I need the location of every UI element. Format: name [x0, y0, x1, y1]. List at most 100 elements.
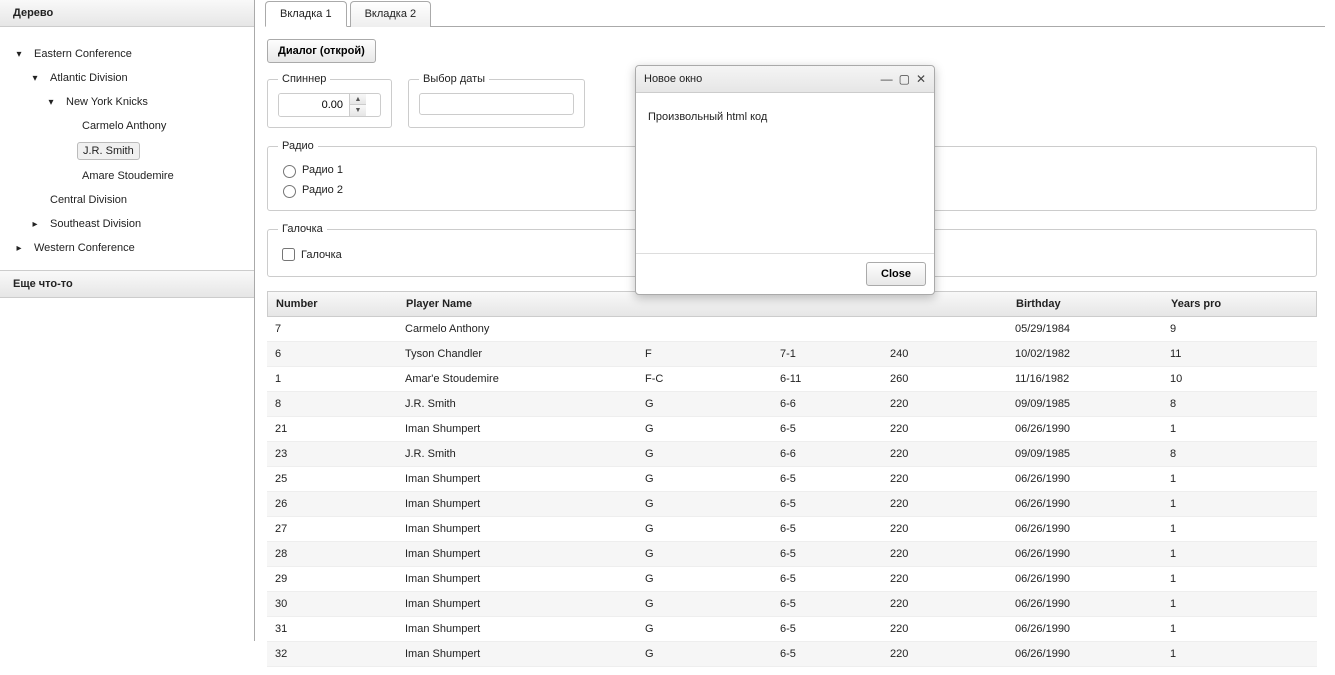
tree-node[interactable]: ▾Eastern Conference — [10, 42, 244, 66]
sidebar: Дерево ▾Eastern Conference▾Atlantic Divi… — [0, 0, 255, 641]
tree-node[interactable]: Carmelo Anthony — [58, 114, 244, 138]
tree-node[interactable]: Amare Stoudemire — [58, 164, 244, 188]
dialog-titlebar[interactable]: Новое окно — ▢ ✕ — [636, 66, 934, 93]
table-cell: 06/26/1990 — [1007, 592, 1162, 616]
table-cell: Iman Shumpert — [397, 617, 637, 641]
tree-node-label: New York Knicks — [61, 94, 153, 110]
table-header-cell[interactable]: Player Name — [398, 292, 638, 316]
radio-label: Радио 2 — [302, 184, 343, 196]
table-cell: 220 — [882, 517, 1007, 541]
table-cell: 23 — [267, 442, 397, 466]
tab[interactable]: Вкладка 1 — [265, 1, 347, 27]
table-header-cell[interactable]: Number — [268, 292, 398, 316]
table-row[interactable]: 6Tyson ChandlerF7-124010/02/198211 — [267, 342, 1317, 367]
datepicker-legend: Выбор даты — [419, 73, 489, 85]
table-cell — [882, 317, 1007, 341]
table-row[interactable]: 26Iman ShumpertG6-522006/26/19901 — [267, 492, 1317, 517]
chevron-right-icon[interactable]: ▸ — [29, 219, 41, 230]
radio-input[interactable] — [283, 185, 296, 198]
table-row[interactable]: 7Carmelo Anthony05/29/19849 — [267, 317, 1317, 342]
chevron-right-icon[interactable]: ▸ — [13, 243, 25, 254]
accordion-header-other[interactable]: Еще что-то — [0, 270, 254, 298]
radio-label: Радио 1 — [302, 164, 343, 176]
spinner-down-button[interactable]: ▼ — [350, 105, 366, 116]
table-cell: 260 — [882, 367, 1007, 391]
dialog-close-button[interactable]: Close — [866, 262, 926, 286]
checkbox-input[interactable] — [282, 248, 295, 261]
table-cell: G — [637, 542, 772, 566]
table-cell: G — [637, 567, 772, 591]
table-cell: 11 — [1162, 342, 1282, 366]
tab[interactable]: Вкладка 2 — [350, 1, 432, 27]
table-cell: 06/26/1990 — [1007, 417, 1162, 441]
tree-node[interactable]: Central Division — [26, 188, 244, 212]
table-cell: 220 — [882, 592, 1007, 616]
table-cell: 6-6 — [772, 392, 882, 416]
table-cell: Iman Shumpert — [397, 567, 637, 591]
table-row[interactable]: 1Amar'e StoudemireF-C6-1126011/16/198210 — [267, 367, 1317, 392]
table-row[interactable]: 32Iman ShumpertG6-522006/26/19901 — [267, 642, 1317, 667]
table-cell: 220 — [882, 492, 1007, 516]
table-cell: 8 — [267, 392, 397, 416]
tree-node[interactable]: ▸Western Conference — [10, 236, 244, 260]
table-cell: 6-5 — [772, 642, 882, 666]
table-header-cell[interactable]: Years pro — [1163, 292, 1283, 316]
table-header-cell[interactable] — [638, 292, 773, 316]
table-header-cell[interactable] — [883, 292, 1008, 316]
table-cell: Iman Shumpert — [397, 542, 637, 566]
table-row[interactable]: 23J.R. SmithG6-622009/09/19858 — [267, 442, 1317, 467]
table-cell: G — [637, 617, 772, 641]
table-cell: 27 — [267, 517, 397, 541]
open-dialog-button[interactable]: Диалог (открой) — [267, 39, 376, 63]
chevron-down-icon[interactable]: ▾ — [45, 97, 57, 108]
table-cell: 1 — [1162, 467, 1282, 491]
table-cell: 220 — [882, 542, 1007, 566]
spinner-legend: Спиннер — [278, 73, 330, 85]
radio-input[interactable] — [283, 165, 296, 178]
spinner-input[interactable] — [279, 94, 349, 116]
table-row[interactable]: 8J.R. SmithG6-622009/09/19858 — [267, 392, 1317, 417]
table-cell: 1 — [1162, 617, 1282, 641]
spinner-up-button[interactable]: ▲ — [350, 94, 366, 105]
tree-node[interactable]: J.R. Smith — [58, 138, 244, 164]
main-area: Вкладка 1Вкладка 2 Диалог (открой) Спинн… — [255, 0, 1335, 641]
table-cell: 1 — [1162, 517, 1282, 541]
dialog-window[interactable]: Новое окно — ▢ ✕ Произвольный html код C… — [635, 65, 935, 295]
table-cell: 06/26/1990 — [1007, 567, 1162, 591]
checkbox-legend: Галочка — [278, 223, 327, 235]
tree-node[interactable]: ▾Atlantic Division — [26, 66, 244, 90]
table-row[interactable]: 27Iman ShumpertG6-522006/26/19901 — [267, 517, 1317, 542]
table-row[interactable]: 25Iman ShumpertG6-522006/26/19901 — [267, 467, 1317, 492]
datepicker-input[interactable] — [419, 93, 574, 115]
tree-node[interactable]: ▾ New York Knicks — [42, 90, 244, 114]
tree-node-label: Southeast Division — [45, 216, 146, 232]
table-row[interactable]: 21Iman ShumpertG6-522006/26/19901 — [267, 417, 1317, 442]
table-row[interactable]: 29Iman ShumpertG6-522006/26/19901 — [267, 567, 1317, 592]
dialog-minimize-icon[interactable]: — — [881, 72, 893, 86]
tree-node-label: Central Division — [45, 192, 132, 208]
table-row[interactable]: 28Iman ShumpertG6-522006/26/19901 — [267, 542, 1317, 567]
accordion-header-tree[interactable]: Дерево — [0, 0, 254, 27]
table-cell: Iman Shumpert — [397, 517, 637, 541]
table-cell: 220 — [882, 617, 1007, 641]
table-cell: G — [637, 392, 772, 416]
table-cell: 26 — [267, 492, 397, 516]
dialog-close-icon[interactable]: ✕ — [916, 72, 926, 86]
table-cell: 220 — [882, 642, 1007, 666]
table-row[interactable]: 30Iman ShumpertG6-522006/26/19901 — [267, 592, 1317, 617]
datepicker-fieldset: Выбор даты — [408, 73, 585, 128]
dialog-maximize-icon[interactable]: ▢ — [899, 72, 910, 86]
tree-node[interactable]: ▸ Southeast Division — [26, 212, 244, 236]
chevron-down-icon[interactable]: ▾ — [29, 73, 41, 84]
table-row[interactable]: 31Iman ShumpertG6-522006/26/19901 — [267, 617, 1317, 642]
table-header-cell[interactable]: Birthday — [1008, 292, 1163, 316]
table-cell: 31 — [267, 617, 397, 641]
table-cell: G — [637, 442, 772, 466]
table-cell: 6-5 — [772, 592, 882, 616]
radio-legend: Радио — [278, 140, 318, 152]
table-cell: 06/26/1990 — [1007, 517, 1162, 541]
table-cell: 6-5 — [772, 542, 882, 566]
table-header-cell[interactable] — [773, 292, 883, 316]
chevron-down-icon[interactable]: ▾ — [13, 49, 25, 60]
spinner-fieldset: Спиннер ▲ ▼ — [267, 73, 392, 128]
